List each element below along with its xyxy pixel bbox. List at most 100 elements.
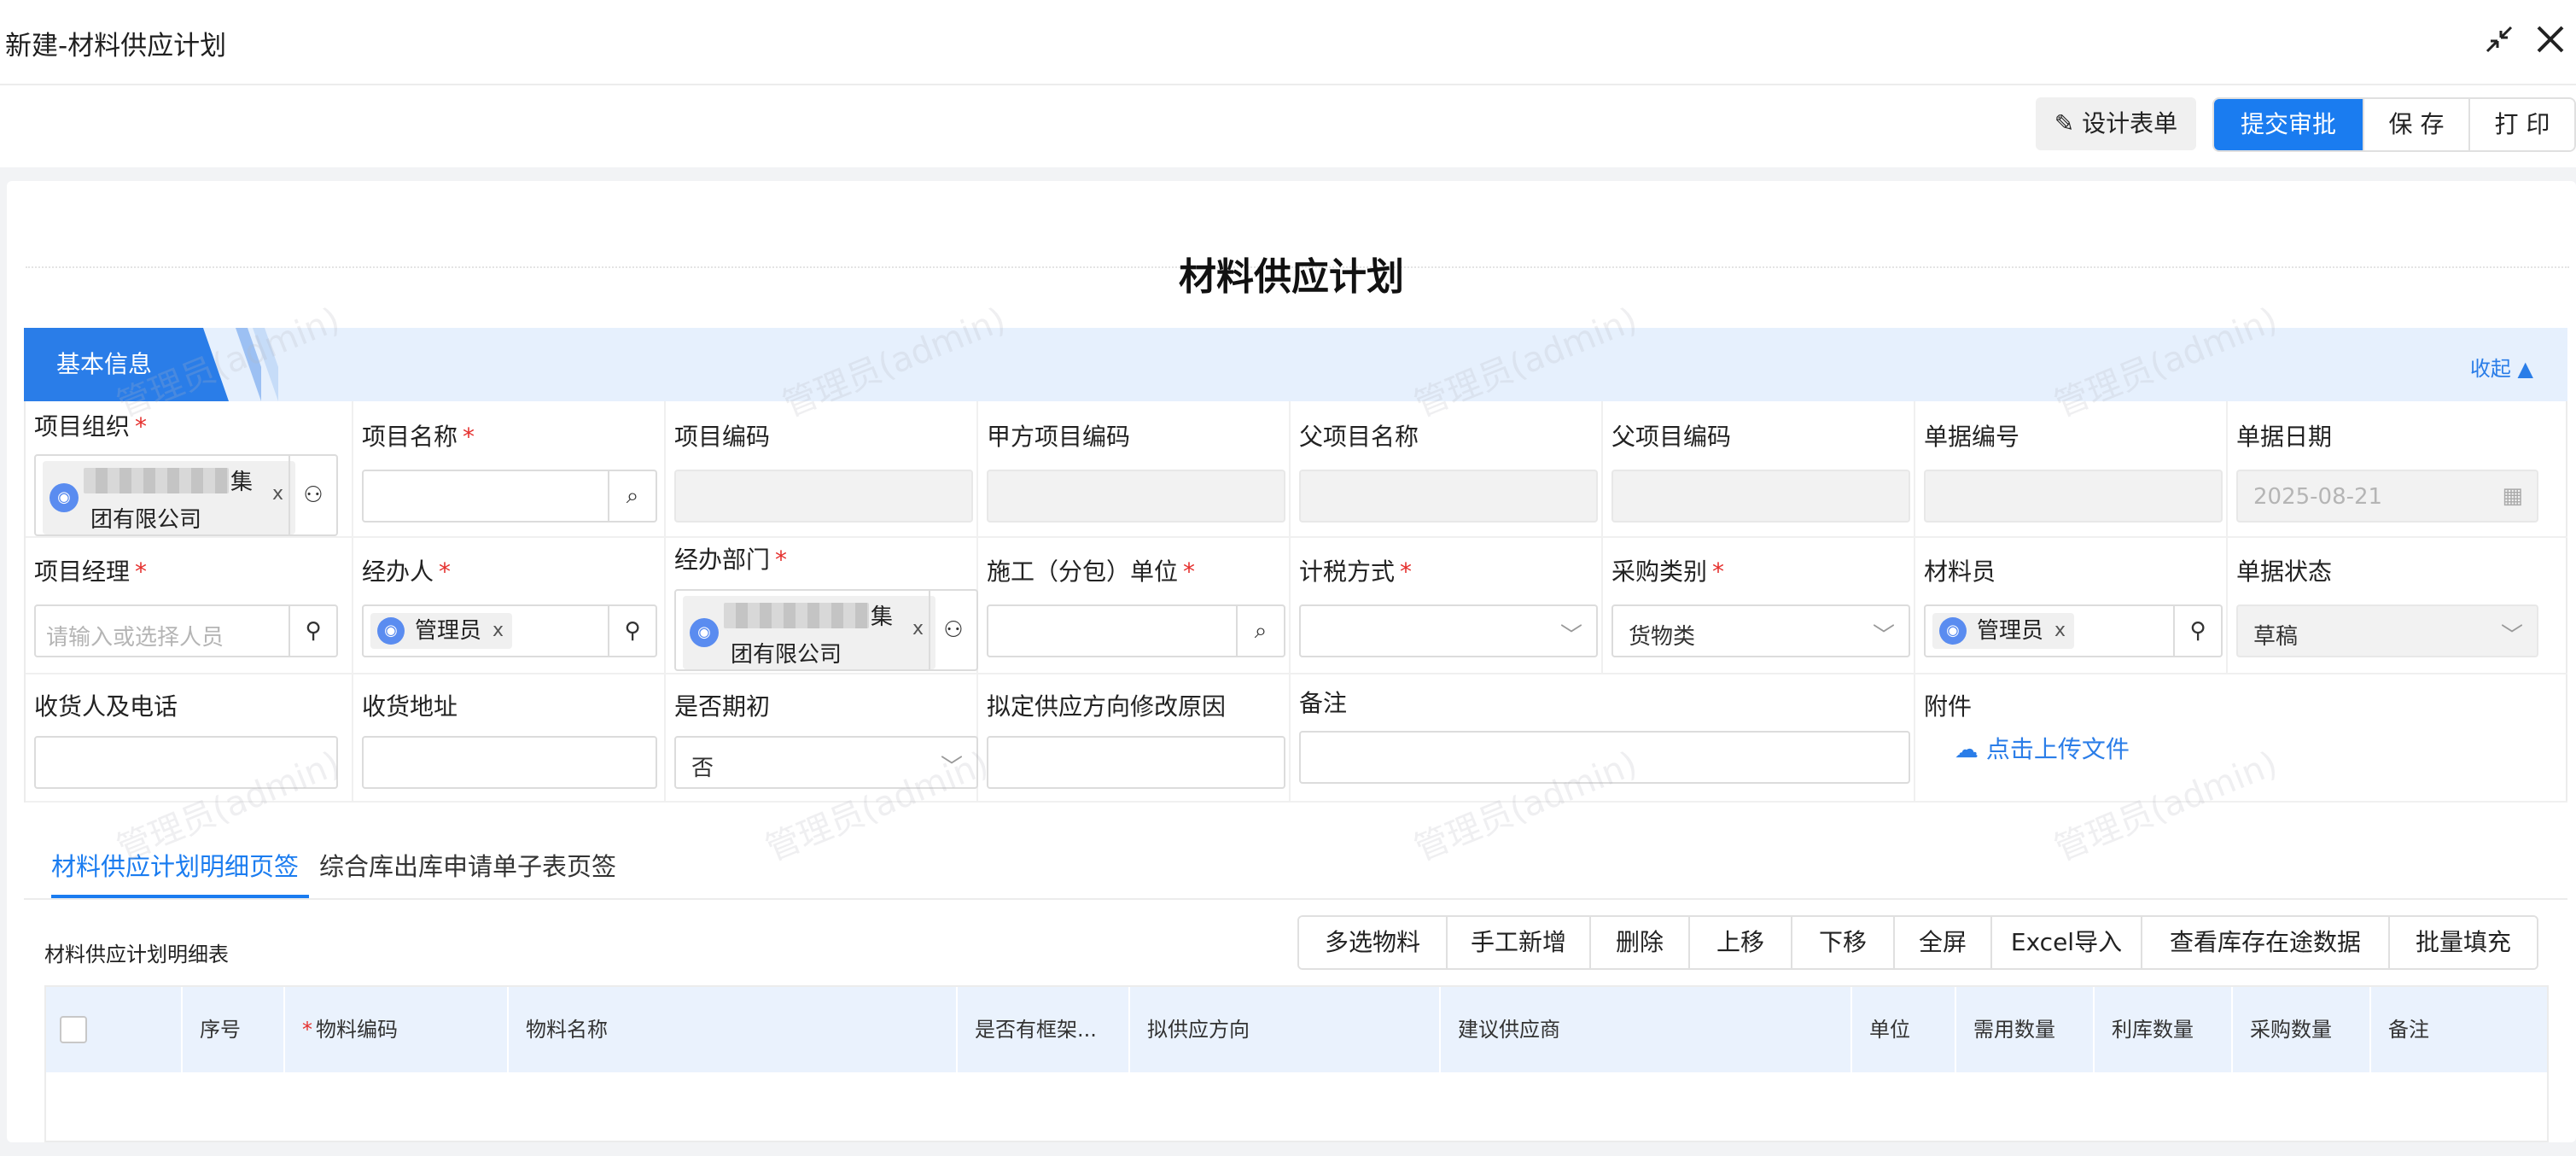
close-icon[interactable] xyxy=(2532,20,2569,58)
search-icon[interactable]: ⌕ xyxy=(1236,606,1284,656)
collapse-toggle[interactable]: 收起 ▲ xyxy=(2470,352,2533,382)
edit-icon: ✎ xyxy=(2054,109,2075,137)
design-form-button[interactable]: ✎ 设计表单 xyxy=(2036,97,2196,150)
subcontractor-input[interactable]: ⌕ xyxy=(987,604,1285,657)
handler-dept-selector[interactable]: ◉ 集 团有限公司 x ⚇ xyxy=(674,589,978,671)
field-label: 项目组织 xyxy=(34,412,131,441)
multi-select-material-button[interactable]: 多选物料 xyxy=(1299,917,1446,968)
chevron-down-icon: ﹀ xyxy=(1559,623,1582,649)
field-label: 施工（分包）单位 xyxy=(987,558,1179,586)
form-title: 材料供应计划 xyxy=(1179,255,1404,299)
save-button[interactable]: 保 存 xyxy=(2363,99,2468,150)
tax-method-select[interactable]: ﹀ xyxy=(1299,604,1598,657)
search-icon[interactable]: ⌕ xyxy=(608,471,656,521)
reason-input[interactable] xyxy=(987,736,1285,789)
batch-fill-button[interactable]: 批量填充 xyxy=(2388,917,2537,968)
column-header-remark: 备注 xyxy=(2388,1018,2429,1042)
required-mark: * xyxy=(135,558,148,586)
cloud-upload-icon: ☁ xyxy=(1955,735,1979,763)
field-handler: 经办人 * ◉ 管理员 x ⚲ xyxy=(353,538,666,674)
doc-status-value: 草稿 xyxy=(2253,624,2299,650)
column-header-purchase-qty: 采购数量 xyxy=(2233,987,2371,1072)
detail-table-title: 材料供应计划明细表 xyxy=(44,943,229,966)
print-button[interactable]: 打 印 xyxy=(2468,99,2574,150)
field-handler-dept: 经办部门 * ◉ 集 团有限公司 x ⚇ xyxy=(666,538,978,674)
tab-material-plan-detail[interactable]: 材料供应计划明细页签 xyxy=(51,847,299,883)
project-org-selector[interactable]: ◉ 集 团有限公司 x ⚇ xyxy=(34,454,338,536)
org-avatar-icon: ◉ xyxy=(690,618,719,647)
design-form-label: 设计表单 xyxy=(2082,109,2178,137)
dept-picker-icon[interactable]: ⚇ xyxy=(929,591,976,669)
excel-import-button[interactable]: Excel导入 xyxy=(1990,917,2141,968)
dept-tag: ◉ 集 团有限公司 x xyxy=(683,596,935,669)
chevron-down-icon: ﹀ xyxy=(940,755,963,780)
column-header-suggested-supplier: 建议供应商 xyxy=(1441,987,1852,1072)
delete-button[interactable]: 删除 xyxy=(1589,917,1688,968)
required-mark: * xyxy=(439,558,452,586)
tab-warehouse-outbound[interactable]: 综合库出库申请单子表页签 xyxy=(319,847,616,883)
material-clerk-selector[interactable]: ◉ 管理员 x ⚲ xyxy=(1924,604,2223,657)
field-tax-method: 计税方式 * ﹀ xyxy=(1291,538,1603,674)
add-person-icon[interactable]: ⚲ xyxy=(608,606,656,656)
select-all-checkbox[interactable] xyxy=(60,1016,87,1043)
field-project-code: 项目编码 xyxy=(666,401,978,538)
move-down-button[interactable]: 下移 xyxy=(1791,917,1893,968)
upload-label: 点击上传文件 xyxy=(1985,735,2130,763)
view-inventory-button[interactable]: 查看库存在途数据 xyxy=(2141,917,2388,968)
org-picker-icon[interactable]: ⚇ xyxy=(288,456,336,534)
placeholder: 请输入或选择人员 xyxy=(46,625,224,651)
upload-file-button[interactable]: ☁ 点击上传文件 xyxy=(1955,731,2130,765)
window-title: 新建-材料供应计划 xyxy=(5,31,227,61)
move-up-button[interactable]: 上移 xyxy=(1688,917,1791,968)
purchase-type-select[interactable]: 货物类 ﹀ xyxy=(1611,604,1910,657)
delivery-address-input[interactable] xyxy=(362,736,657,789)
minimize-icon[interactable] xyxy=(2480,20,2518,58)
field-remark: 备注 xyxy=(1291,674,1915,803)
required-mark: * xyxy=(1183,558,1196,586)
field-label: 计税方式 xyxy=(1299,558,1396,586)
parent-project-code-input xyxy=(1611,470,1910,523)
org-tag: ◉ 集 团有限公司 x xyxy=(43,461,295,534)
select-all-cell xyxy=(46,987,183,1072)
org-avatar-icon: ◉ xyxy=(50,483,79,512)
project-name-input[interactable]: ⌕ xyxy=(362,470,657,523)
field-project-manager: 项目经理 * 请输入或选择人员 ⚲ xyxy=(26,538,353,674)
submit-approval-button[interactable]: 提交审批 xyxy=(2214,99,2363,150)
remark-input[interactable] xyxy=(1299,731,1910,784)
required-mark: * xyxy=(463,423,475,451)
field-label: 项目经理 xyxy=(34,558,131,586)
add-person-icon[interactable]: ⚲ xyxy=(2173,606,2221,656)
handler-selector[interactable]: ◉ 管理员 x ⚲ xyxy=(362,604,657,657)
column-header-supply-direction: 拟供应方向 xyxy=(1130,987,1441,1072)
is-initial-select[interactable]: 否 ﹀ xyxy=(674,736,978,789)
remove-tag-icon[interactable]: x xyxy=(492,613,504,649)
project-manager-input[interactable]: 请输入或选择人员 ⚲ xyxy=(34,604,338,657)
detail-table: 序号 * 物料编码 物料名称 是否有框架... 拟供应方向 建议供应商 单位 需用… xyxy=(44,985,2549,1142)
doc-date-input: 2025-08-21 ▦ xyxy=(2236,470,2538,523)
field-reason: 拟定供应方向修改原因 xyxy=(978,674,1291,803)
client-project-code-input xyxy=(987,470,1285,523)
toolbar: ✎ 设计表单 提交审批 保 存 打 印 xyxy=(0,85,2576,167)
detail-tabs: 材料供应计划明细页签 综合库出库申请单子表页签 xyxy=(24,830,2567,900)
column-header-has-framework: 是否有框架... xyxy=(958,987,1130,1072)
add-person-icon[interactable]: ⚲ xyxy=(288,606,336,656)
required-mark: * xyxy=(135,412,148,441)
handler-tag: ◉ 管理员 x xyxy=(370,613,513,649)
remove-tag-icon[interactable]: x xyxy=(2054,613,2066,649)
action-button-group: 提交审批 保 存 打 印 xyxy=(2212,97,2576,152)
field-parent-project-name: 父项目名称 xyxy=(1291,401,1603,538)
field-is-initial: 是否期初 否 ﹀ xyxy=(666,674,978,803)
field-label: 经办人 xyxy=(362,558,434,586)
manual-add-button[interactable]: 手工新增 xyxy=(1446,917,1589,968)
fullscreen-button[interactable]: 全屏 xyxy=(1893,917,1990,968)
remove-tag-icon[interactable]: x xyxy=(272,483,283,505)
column-header-material-code: * 物料编码 xyxy=(285,987,509,1072)
user-avatar-icon: ◉ xyxy=(377,617,405,645)
table-header: 序号 * 物料编码 物料名称 是否有框架... 拟供应方向 建议供应商 单位 需用… xyxy=(46,987,2547,1072)
chevron-down-icon: ﹀ xyxy=(1872,623,1895,649)
detail-action-buttons: 多选物料 手工新增 删除 上移 下移 全屏 Excel导入 查看库存在途数据 批… xyxy=(1297,915,2538,970)
column-header-unit: 单位 xyxy=(1852,987,1956,1072)
remove-tag-icon[interactable]: x xyxy=(912,618,924,639)
consignee-input[interactable] xyxy=(34,736,338,789)
chevron-down-icon: ﹀ xyxy=(2500,623,2523,649)
